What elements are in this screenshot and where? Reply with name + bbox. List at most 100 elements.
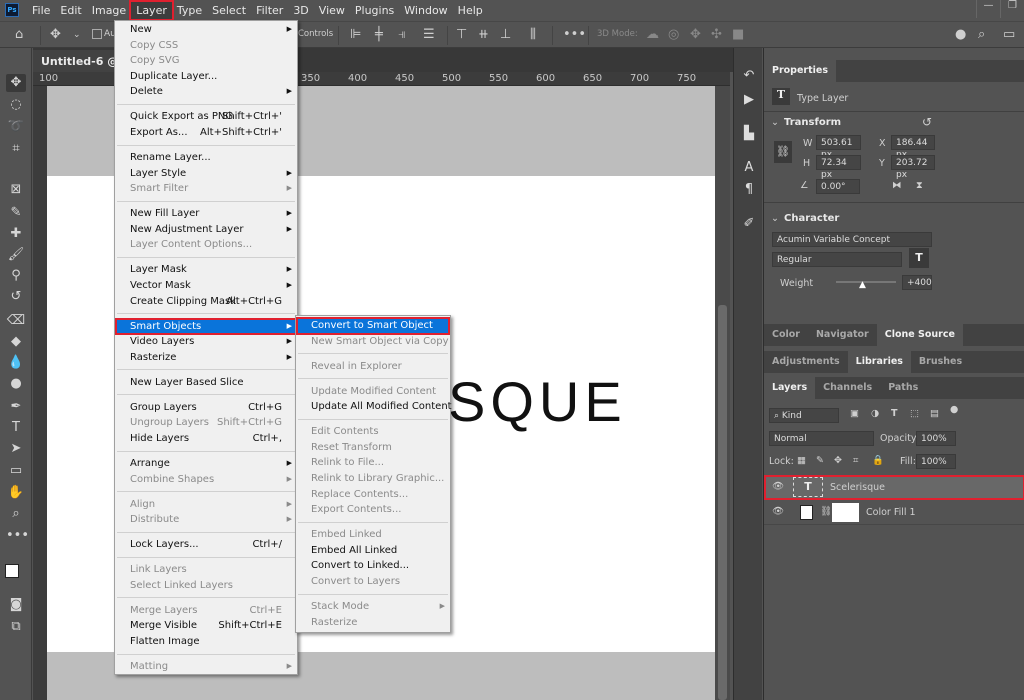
eraser-tool-icon[interactable]: ⌫ (6, 312, 26, 330)
menu-window[interactable]: Window (399, 2, 452, 19)
layer-name[interactable]: Scelerisque (830, 482, 885, 493)
menu-layer[interactable]: Layer (129, 0, 174, 21)
filter-pixel-icon[interactable]: ▣ (850, 408, 859, 419)
menu-item-video-layers[interactable]: Video Layers ▶ (116, 334, 296, 350)
filter-adjustment-icon[interactable]: ◑ (871, 408, 879, 419)
chevron-down-icon[interactable]: ⌄ (771, 117, 779, 128)
menu-view[interactable]: View (314, 2, 350, 19)
tab-layers[interactable]: Layers (764, 377, 816, 399)
width-field[interactable]: 503.61 px (816, 135, 861, 160)
y-field[interactable]: 203.72 px (891, 155, 935, 180)
menu-item-rasterize[interactable]: Rasterize ▶ (116, 350, 296, 366)
canvas-text-layer[interactable]: SQUE (448, 369, 627, 434)
weight-field[interactable]: +400 (902, 275, 932, 290)
menu-item-update-modified-content[interactable]: Update Modified Content (297, 384, 449, 400)
crop-tool-icon[interactable]: ⌗ (6, 140, 26, 158)
brush-tool-icon[interactable]: 🖌 (6, 246, 26, 264)
menu-type[interactable]: Type (172, 2, 207, 19)
type-tool-icon[interactable]: T (6, 419, 26, 437)
auto-select-checkbox[interactable] (92, 29, 102, 39)
minimize-icon[interactable]: — (976, 0, 1000, 18)
tab-channels[interactable]: Channels (815, 377, 880, 399)
search-icon[interactable]: ⌕ (978, 27, 985, 42)
lasso-tool-icon[interactable]: ➰ (6, 118, 26, 136)
link-proportions-icon[interactable]: ⛓ (774, 141, 792, 163)
menu-item-hide-layers[interactable]: Hide Layers Ctrl+, (116, 431, 296, 447)
tab-navigator[interactable]: Navigator (808, 324, 877, 346)
font-family-select[interactable]: Acumin Variable Concept (772, 232, 932, 247)
flip-vertical-icon[interactable]: ⧗ (916, 180, 923, 191)
character-header[interactable]: Character (784, 213, 839, 224)
lock-transparent-icon[interactable]: ▦ (797, 455, 806, 466)
orbit-3d-icon[interactable]: ☁ (646, 27, 659, 42)
share-user-icon[interactable]: ● (955, 27, 966, 42)
tab-color[interactable]: Color (764, 324, 808, 346)
align-middle-icon[interactable]: ⧺ (478, 27, 489, 42)
menu-item-align[interactable]: Align ▶ (116, 497, 296, 513)
screen-mode-icon[interactable]: ⧉ (6, 618, 26, 636)
menu-item-replace-contents[interactable]: Replace Contents... (297, 487, 449, 503)
visibility-eye-icon[interactable]: 👁 (772, 481, 784, 492)
foreground-color-swatch[interactable] (5, 564, 19, 578)
type-options-icon[interactable]: T (909, 248, 929, 268)
menu-item-new-smart-object-via-copy[interactable]: New Smart Object via Copy (297, 334, 449, 350)
x-field[interactable]: 186.44 px (891, 135, 935, 160)
fill-field[interactable]: 100% (916, 454, 956, 469)
menu-help[interactable]: Help (453, 2, 488, 19)
menu-item-combine-shapes[interactable]: Combine Shapes ▶ (116, 472, 296, 488)
menu-item-new[interactable]: New ▶ (116, 22, 296, 38)
menu-file[interactable]: File (27, 2, 55, 19)
angle-field[interactable]: 0.00° (816, 179, 860, 194)
menu-item-reveal-in-explorer[interactable]: Reveal in Explorer (297, 359, 449, 375)
home-icon[interactable]: ⌂ (15, 27, 23, 42)
menu-item-new-fill-layer[interactable]: New Fill Layer ▶ (116, 206, 296, 222)
tab-libraries[interactable]: Libraries (847, 351, 911, 373)
menu-item-new-adjustment-layer[interactable]: New Adjustment Layer ▶ (116, 222, 296, 238)
scrollbar-thumb[interactable] (718, 305, 727, 700)
align-center-icon[interactable]: ╪ (375, 27, 383, 42)
more-tools-icon[interactable]: ••• (6, 527, 29, 545)
layer-row-color-fill[interactable]: 👁 ⛓ Color Fill 1 (764, 500, 1024, 525)
lock-position-icon[interactable]: ✥ (834, 455, 842, 466)
menu-item-matting[interactable]: Matting ▶ (116, 659, 296, 675)
tab-clone-source[interactable]: Clone Source (876, 324, 963, 346)
more-icon[interactable]: ••• (563, 27, 586, 42)
menu-item-flatten-image[interactable]: Flatten Image (116, 634, 296, 650)
menu-select[interactable]: Select (207, 2, 251, 19)
blend-mode-select[interactable]: Normal (769, 431, 874, 446)
camera-3d-icon[interactable]: ■ (732, 27, 744, 42)
menu-item-convert-to-smart-object[interactable]: Convert to Smart Object (296, 317, 450, 335)
filter-type-icon[interactable]: T (891, 408, 897, 419)
weight-slider-thumb[interactable]: ▲ (859, 280, 866, 290)
lock-artboard-icon[interactable]: ⌗ (853, 455, 858, 466)
flip-horizontal-icon[interactable]: ⧓ (892, 180, 902, 191)
character-icon[interactable]: A (739, 160, 759, 175)
menu-item-export-as[interactable]: Export As... Alt+Shift+Ctrl+' (116, 125, 296, 141)
menu-item-export-contents[interactable]: Export Contents... (297, 502, 449, 518)
menu-item-create-clipping-mask[interactable]: Create Clipping Mask Alt+Ctrl+G (116, 294, 296, 310)
distribute-icon[interactable]: ☰ (423, 27, 435, 42)
menu-item-embed-all-linked[interactable]: Embed All Linked (297, 543, 449, 559)
menu-item-select-linked-layers[interactable]: Select Linked Layers (116, 578, 296, 594)
restore-icon[interactable]: ❐ (1000, 0, 1024, 18)
menu-item-delete[interactable]: Delete ▶ (116, 84, 296, 100)
marquee-tool-icon[interactable]: ◌ (6, 96, 26, 114)
tab-adjustments[interactable]: Adjustments (764, 351, 848, 373)
slide-3d-icon[interactable]: ✣ (711, 27, 722, 42)
menu-item-merge-visible[interactable]: Merge Visible Shift+Ctrl+E (116, 618, 296, 634)
tab-paths[interactable]: Paths (880, 377, 926, 399)
menu-item-lock-layers[interactable]: Lock Layers... Ctrl+/ (116, 537, 296, 553)
menu-image[interactable]: Image (87, 2, 131, 19)
menu-item-stack-mode[interactable]: Stack Mode ▶ (297, 599, 449, 615)
menu-item-reset-transform[interactable]: Reset Transform (297, 440, 449, 456)
filter-shape-icon[interactable]: ⬚ (910, 408, 919, 419)
brush-settings-icon[interactable]: ✐ (739, 216, 759, 231)
opacity-field[interactable]: 100% (916, 431, 956, 446)
align-top-icon[interactable]: ⊤ (456, 27, 467, 42)
histogram-icon[interactable]: ▙ (739, 126, 759, 141)
menu-item-merge-layers[interactable]: Merge Layers Ctrl+E (116, 603, 296, 619)
menu-item-relink-to-library-graphic[interactable]: Relink to Library Graphic... (297, 471, 449, 487)
menu-item-new-layer-based-slice[interactable]: New Layer Based Slice (116, 375, 296, 391)
bucket-tool-icon[interactable]: ◆ (6, 333, 26, 351)
move-tool-icon[interactable]: ✥ (6, 74, 26, 92)
